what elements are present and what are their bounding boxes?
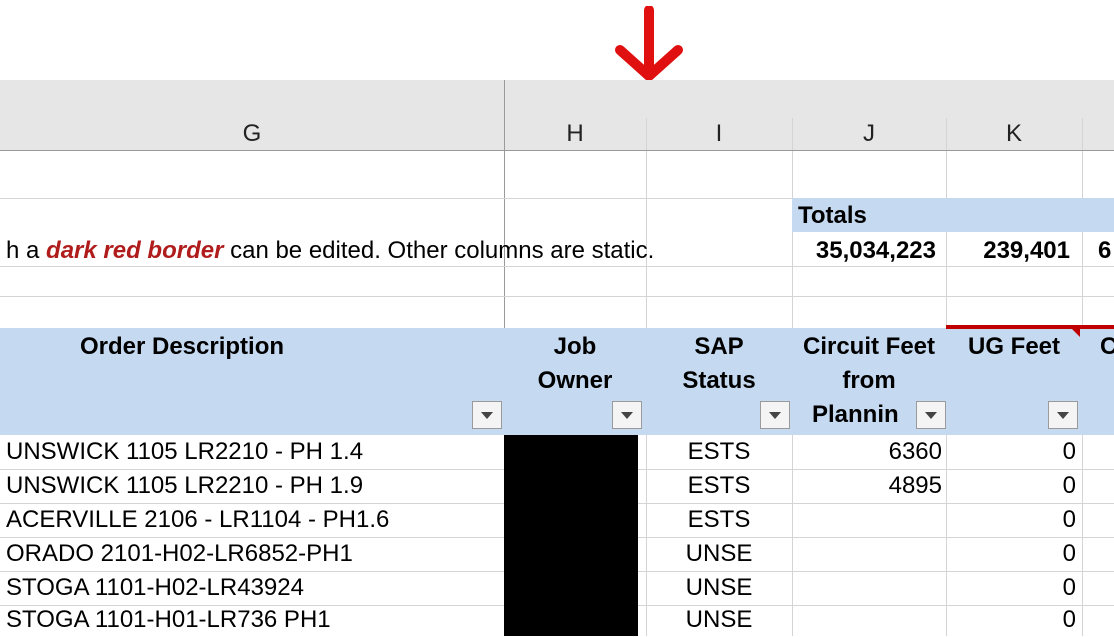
cell-sap-status[interactable]: ESTS bbox=[646, 469, 792, 503]
column-header-i[interactable]: I bbox=[646, 118, 792, 150]
header-job-owner-line2: Owner bbox=[537, 367, 613, 394]
totals-label: Totals bbox=[798, 202, 867, 229]
header-next-col-partial: C bbox=[1100, 333, 1114, 360]
grid-line bbox=[0, 150, 1114, 151]
grid-line bbox=[0, 266, 1114, 267]
total-next-col[interactable]: 6 bbox=[1098, 236, 1114, 266]
filter-dropdown-ug-feet[interactable] bbox=[1048, 401, 1078, 429]
cell-order-description[interactable]: STOGA 1101-H02-LR43924 bbox=[6, 571, 304, 605]
freeze-pane-divider bbox=[504, 80, 505, 336]
header-circuit-feet-line2: from bbox=[842, 367, 896, 394]
cell-sap-status[interactable]: UNSE bbox=[646, 571, 792, 605]
header-job-owner-line1: Job bbox=[553, 333, 597, 360]
header-order-description: Order Description bbox=[79, 333, 285, 360]
filter-dropdown-job-owner[interactable] bbox=[612, 401, 642, 429]
note-prefix: h a bbox=[6, 237, 47, 264]
cell-order-description[interactable]: UNSWICK 1105 LR2210 - PH 1.4 bbox=[6, 435, 363, 469]
cell-order-description[interactable]: ORADO 2101-H02-LR6852-PH1 bbox=[6, 537, 353, 571]
filter-dropdown-circuit-feet[interactable] bbox=[916, 401, 946, 429]
cell-ug-feet[interactable]: 0 bbox=[946, 537, 1076, 571]
cell-order-description[interactable]: STOGA 1101-H01-LR736 PH1 bbox=[6, 603, 331, 637]
grid-line bbox=[0, 296, 1114, 297]
cell-order-description[interactable]: ACERVILLE 2106 - LR1104 - PH1.6 bbox=[6, 503, 389, 537]
column-header-h[interactable]: H bbox=[504, 118, 646, 150]
redacted-job-owner-block bbox=[504, 435, 638, 636]
header-sap-status-line2: Status bbox=[682, 367, 756, 394]
total-circuit-feet[interactable]: 35,034,223 bbox=[792, 236, 936, 266]
edit-instructions-note: h a dark red border can be edited. Other… bbox=[6, 236, 654, 266]
down-arrow-icon bbox=[615, 6, 683, 81]
cell-sap-status[interactable]: UNSE bbox=[646, 537, 792, 571]
header-sap-status-line1: SAP bbox=[694, 333, 744, 360]
cell-circuit-feet[interactable]: 6360 bbox=[792, 435, 942, 469]
cell-ug-feet[interactable]: 0 bbox=[946, 435, 1076, 469]
note-suffix: can be edited. Other columns are static. bbox=[223, 237, 655, 264]
cell-ug-feet[interactable]: 0 bbox=[946, 503, 1076, 537]
cell-ug-feet[interactable]: 0 bbox=[946, 469, 1076, 503]
editable-column-border bbox=[946, 325, 1114, 329]
cell-order-description[interactable]: UNSWICK 1105 LR2210 - PH 1.9 bbox=[6, 469, 363, 503]
cell-circuit-feet[interactable]: 4895 bbox=[792, 469, 942, 503]
filter-dropdown-sap-status[interactable] bbox=[760, 401, 790, 429]
note-highlight: dark red border bbox=[46, 237, 224, 264]
header-circuit-feet-line1: Circuit Feet bbox=[802, 333, 936, 360]
column-header-k[interactable]: K bbox=[946, 118, 1082, 150]
filter-dropdown-order-description[interactable] bbox=[472, 401, 502, 429]
total-ug-feet[interactable]: 239,401 bbox=[946, 236, 1070, 266]
cell-sap-status[interactable]: ESTS bbox=[646, 503, 792, 537]
cell-ug-feet[interactable]: 0 bbox=[946, 603, 1076, 637]
column-header-g[interactable]: G bbox=[0, 118, 504, 150]
cell-sap-status[interactable]: ESTS bbox=[646, 435, 792, 469]
header-ug-feet: UG Feet bbox=[967, 333, 1060, 360]
header-circuit-feet-line3: Plannin bbox=[812, 401, 899, 428]
cell-ug-feet[interactable]: 0 bbox=[946, 571, 1076, 605]
cell-sap-status[interactable]: UNSE bbox=[646, 603, 792, 637]
column-header-j[interactable]: J bbox=[792, 118, 946, 150]
